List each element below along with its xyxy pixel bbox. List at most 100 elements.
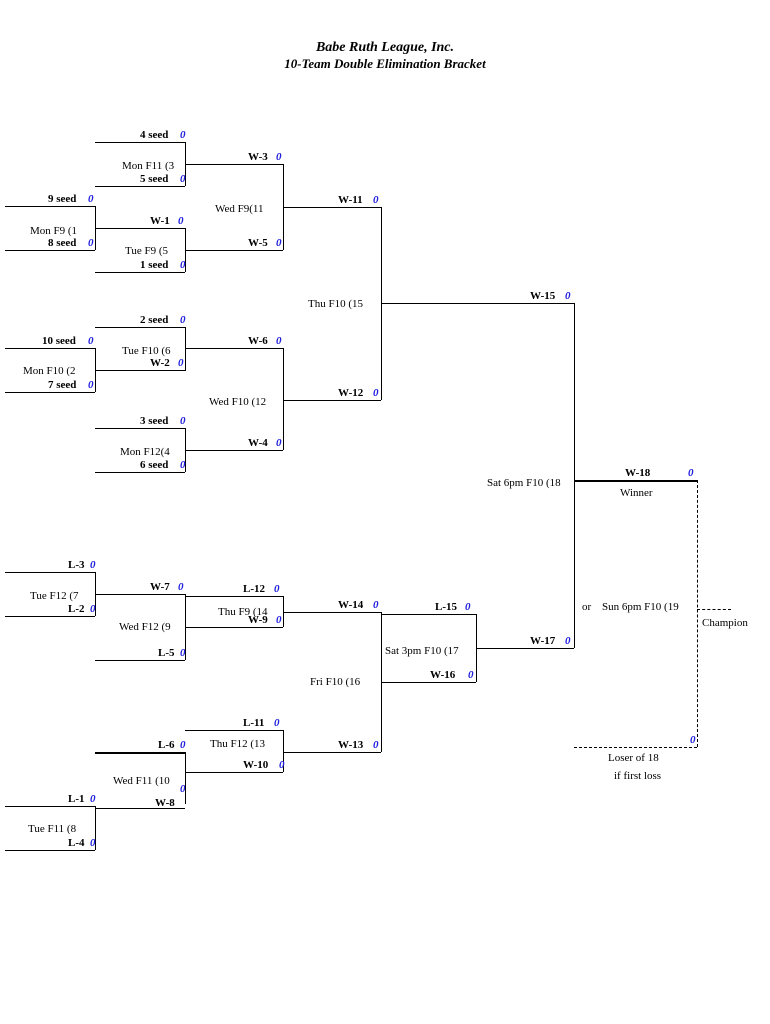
score: 0: [180, 259, 186, 271]
score: 0: [279, 759, 285, 771]
score: 0: [90, 603, 96, 615]
score: 0: [90, 837, 96, 849]
score: 0: [468, 669, 474, 681]
line: [185, 752, 186, 804]
line: [95, 594, 185, 595]
line: [95, 808, 185, 809]
game-9: Wed F12 (9: [119, 621, 171, 633]
game-13: Thu F12 (13: [210, 738, 265, 750]
score: 0: [180, 314, 186, 326]
adv-w17: W-17: [530, 635, 555, 647]
adv-l2: L-2: [68, 603, 85, 615]
score: 0: [373, 387, 379, 399]
adv-l6: L-6: [158, 739, 175, 751]
adv-w13: W-13: [338, 739, 363, 751]
adv-l12: L-12: [243, 583, 265, 595]
adv-w2: W-2: [150, 357, 170, 369]
adv-w14: W-14: [338, 599, 363, 611]
line: [185, 730, 283, 731]
score: 0: [90, 559, 96, 571]
game-3: Mon F11 (3: [122, 160, 174, 172]
seed-6: 6 seed: [140, 459, 168, 471]
line: [95, 228, 185, 229]
adv-l5: L-5: [158, 647, 175, 659]
adv-w3: W-3: [248, 151, 268, 163]
game-11: Wed F9(11: [215, 203, 264, 215]
adv-l11: L-11: [243, 717, 264, 729]
line: [5, 616, 95, 617]
score: 0: [180, 129, 186, 141]
score: 0: [180, 739, 186, 751]
line: [381, 682, 476, 683]
line: [95, 327, 185, 328]
line: [185, 348, 283, 349]
seed-5: 5 seed: [140, 173, 168, 185]
line: [283, 752, 381, 753]
score: 0: [276, 437, 282, 449]
seed-4: 4 seed: [140, 129, 168, 141]
dashed-line: [697, 480, 698, 747]
adv-w1: W-1: [150, 215, 170, 227]
line: [185, 627, 283, 628]
line: [283, 612, 381, 613]
score: 0: [178, 215, 184, 227]
game-1: Mon F9 (1: [30, 225, 77, 237]
line: [5, 206, 95, 207]
seed-7: 7 seed: [48, 379, 76, 391]
score: 0: [276, 237, 282, 249]
line: [185, 250, 283, 251]
page-subtitle: 10-Team Double Elimination Bracket: [0, 56, 770, 72]
score: 0: [178, 581, 184, 593]
line: [574, 303, 575, 648]
adv-w4: W-4: [248, 437, 268, 449]
adv-w16: W-16: [430, 669, 455, 681]
game-2: Mon F10 (2: [23, 365, 76, 377]
line: [95, 142, 185, 143]
adv-w10: W-10: [243, 759, 268, 771]
score: 0: [373, 599, 379, 611]
dashed-line: [697, 609, 731, 610]
line: [381, 614, 476, 615]
score: 0: [276, 614, 282, 626]
adv-w15: W-15: [530, 290, 555, 302]
game-4: Mon F12(4: [120, 446, 170, 458]
adv-w5: W-5: [248, 237, 268, 249]
score: 0: [274, 583, 280, 595]
score: 0: [690, 734, 696, 746]
seed-3: 3 seed: [140, 415, 168, 427]
champion-label: Champion: [702, 617, 748, 629]
game-7: Tue F12 (7: [30, 590, 79, 602]
score: 0: [178, 357, 184, 369]
bracket: 4 seed 0 Mon F11 (3 5 seed 0 W-3 0 9 see…: [0, 92, 770, 992]
score: 0: [88, 335, 94, 347]
adv-w12: W-12: [338, 387, 363, 399]
score: 0: [276, 151, 282, 163]
line: [95, 428, 185, 429]
line: [185, 450, 283, 451]
line: [185, 596, 283, 597]
score: 0: [88, 379, 94, 391]
line: [185, 164, 283, 165]
adv-w7: W-7: [150, 581, 170, 593]
game-18: Sat 6pm F10 (18: [487, 477, 561, 489]
adv-w9: W-9: [248, 614, 268, 626]
dashed-line: [574, 747, 697, 748]
score: 0: [180, 459, 186, 471]
line: [5, 392, 95, 393]
adv-l4: L-4: [68, 837, 85, 849]
game-10: Wed F11 (10: [113, 775, 170, 787]
seed-10: 10 seed: [42, 335, 76, 347]
score: 0: [88, 237, 94, 249]
score: 0: [688, 467, 694, 479]
game-5: Tue F9 (5: [125, 245, 168, 257]
line: [283, 207, 381, 208]
adv-w6: W-6: [248, 335, 268, 347]
score: 0: [373, 739, 379, 751]
seed-1: 1 seed: [140, 259, 168, 271]
line: [283, 400, 381, 401]
line: [185, 327, 186, 371]
page-title: Babe Ruth League, Inc.: [0, 0, 770, 56]
seed-8: 8 seed: [48, 237, 76, 249]
line: [5, 850, 95, 851]
firstloss-label: if first loss: [614, 770, 661, 782]
